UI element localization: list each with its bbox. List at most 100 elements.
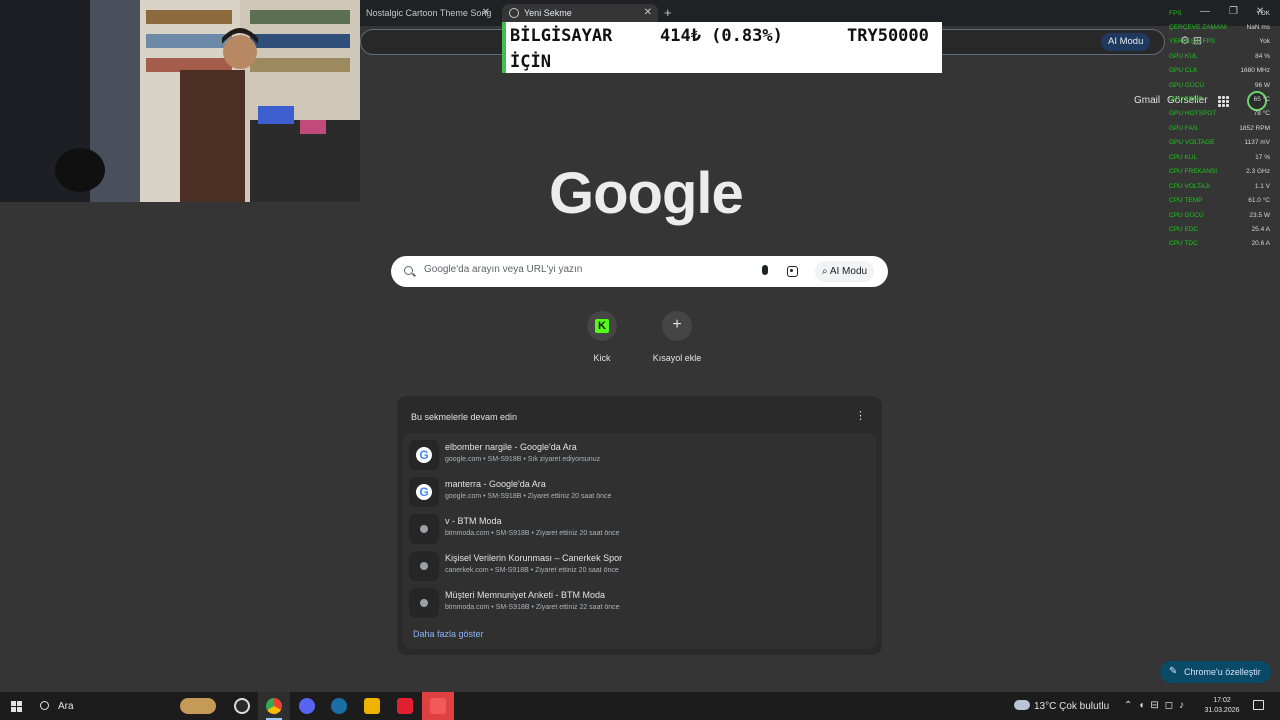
hw-value: 61.0 °C: [1248, 197, 1270, 204]
stock-ticker-overlay: BİLGİSAYAR İÇİN 414₺ (0.83%) TRY50000: [502, 22, 942, 73]
hw-row: CPU VOLTAJI 1.1 V: [1169, 181, 1273, 193]
tab-title: Yeni Sekme: [524, 8, 572, 18]
plus-icon: +: [672, 316, 682, 333]
more-options-icon[interactable]: ⋮: [855, 409, 866, 422]
ticker-label-line2: İÇİN: [510, 52, 551, 72]
shortcut-label: Kick: [593, 353, 611, 363]
taskbar-app-steam-icon[interactable]: [323, 692, 355, 720]
search-input[interactable]: [424, 264, 754, 275]
taskbar: Ara 13°C Çok bulutlu ⌃◖⊟◻♪ 17:02 31.03.2…: [0, 692, 1280, 720]
shortcut-kick[interactable]: K Kick: [567, 311, 637, 363]
hw-row: FPS YOK: [1169, 8, 1273, 20]
list-item[interactable]: Müşteri Memnuniyet Anketi - BTM Moda btm…: [403, 583, 876, 620]
list-item-title: Müşteri Memnuniyet Anketi - BTM Moda: [445, 590, 606, 600]
ticker-label-line1: BİLGİSAYAR: [510, 26, 613, 46]
gmail-link[interactable]: Gmail: [1134, 95, 1160, 106]
weather-widget[interactable]: 13°C Çok bulutlu: [1014, 700, 1109, 712]
taskbar-app-record-icon[interactable]: [422, 692, 454, 720]
globe-icon: [420, 599, 428, 607]
shortcut-icon-circle: +: [662, 311, 692, 341]
taskbar-app-discord-icon[interactable]: [291, 692, 323, 720]
webcam-scene: [0, 0, 360, 202]
customize-chrome-button[interactable]: Chrome'u özelleştir: [1160, 661, 1271, 683]
app-glyph: [364, 698, 380, 714]
ticker-change: 414₺ (0.83%): [660, 26, 783, 46]
microphone-icon[interactable]: [762, 265, 768, 275]
system-tray-icons[interactable]: ⌃◖⊟◻♪: [1124, 700, 1190, 711]
taskbar-app-k-icon[interactable]: [356, 692, 388, 720]
hw-label: CPU TEMP: [1169, 197, 1203, 204]
tab-title: Nostalgic Cartoon Theme Song: [366, 8, 492, 18]
new-tab-button[interactable]: +: [664, 5, 672, 20]
hw-row: GPU HOTSPOT 78 °C: [1169, 108, 1273, 120]
continue-tabs-panel: Bu sekmelerle devam edin ⋮ G elbomber na…: [397, 396, 882, 655]
google-lens-icon[interactable]: [787, 266, 798, 277]
taskbar-search-icon[interactable]: [40, 701, 49, 710]
hw-value: 84 %: [1255, 53, 1270, 60]
clock-time: 17:02: [1213, 697, 1231, 704]
google-icon: G: [416, 447, 432, 463]
taskbar-widget-icon[interactable]: [176, 692, 220, 720]
hw-row: CPU EDC 25.4 A: [1169, 224, 1273, 236]
show-more-link[interactable]: Daha fazla göster: [413, 629, 484, 639]
row-icon-box: [409, 588, 439, 618]
screen: Nostalgic Cartoon Theme Song ✕ Yeni Sekm…: [0, 0, 1280, 720]
kick-icon: K: [595, 319, 609, 333]
globe-icon: [420, 525, 428, 533]
hw-value: 96 W: [1254, 82, 1270, 89]
hw-value: YOK: [1256, 10, 1270, 17]
row-icon-box: [409, 514, 439, 544]
hw-row: CPU GÜCÜ 23.5 W: [1169, 210, 1273, 222]
list-item[interactable]: G manterra - Google'da Ara google.com • …: [403, 472, 876, 509]
hw-label: GPU GÜCÜ: [1169, 82, 1205, 89]
list-item[interactable]: G elbomber nargile - Google'da Ara googl…: [403, 435, 876, 472]
shortcut-add[interactable]: + Kısayol ekle: [642, 311, 712, 363]
list-item[interactable]: v - BTM Moda btmmoda.com • SM-S918B • Zi…: [403, 509, 876, 546]
shortcut-icon-circle: K: [587, 311, 617, 341]
hw-value: 78 °C: [1253, 110, 1270, 117]
notification-icon[interactable]: [1253, 700, 1264, 710]
taskbar-search-label[interactable]: Ara: [58, 701, 74, 712]
tab-close-icon[interactable]: ✕: [644, 4, 652, 22]
taskbar-app-chrome-icon[interactable]: [258, 692, 290, 720]
hw-row: GPU VOLTAGE 1137 mV: [1169, 137, 1273, 149]
list-item-subtitle: btmmoda.com • SM-S918B • Ziyaret ettiniz…: [445, 604, 620, 611]
hw-label: CPU TDC: [1169, 240, 1198, 247]
omnibox-ai-mode-button[interactable]: AI Modu: [1101, 33, 1151, 51]
row-icon-box: G: [409, 477, 439, 507]
weather-text: 13°C Çok bulutlu: [1034, 701, 1110, 712]
hw-label: CPU EDC: [1169, 226, 1199, 233]
hw-label: CPU GÜCÜ: [1169, 212, 1204, 219]
list-item-subtitle: canerkek.com • SM-S918B • Ziyaret ettini…: [445, 567, 619, 574]
hw-value: 1852 RPM: [1239, 125, 1270, 132]
cloud-icon: [1014, 700, 1030, 710]
list-item-title: manterra - Google'da Ara: [445, 479, 546, 489]
hw-label: CPU FREKANSI: [1169, 168, 1218, 175]
app-glyph: [430, 698, 446, 714]
hw-value: 20.6 A: [1251, 240, 1270, 247]
taskbar-clock[interactable]: 17:02 31.03.2026: [1204, 696, 1240, 716]
hw-value: 65 °C: [1253, 96, 1270, 103]
hw-row: GPU FAN 1852 RPM: [1169, 123, 1273, 135]
tab-nostalgic[interactable]: Nostalgic Cartoon Theme Song ✕: [360, 4, 496, 26]
tab-close-icon[interactable]: ✕: [482, 4, 490, 22]
app-glyph: [299, 698, 315, 714]
windows-start-icon[interactable]: [11, 701, 22, 712]
search-box[interactable]: ⌕ AI Modu: [391, 256, 888, 287]
app-glyph: [234, 698, 250, 714]
taskbar-app-obs-icon[interactable]: [226, 692, 258, 720]
hw-value: 2.3 GHz: [1246, 168, 1270, 175]
hw-label: GPU VOLTAGE: [1169, 139, 1215, 146]
ai-mode-button[interactable]: ⌕ AI Modu: [815, 261, 875, 282]
list-item[interactable]: Kişisel Verilerin Korunması – Canerkek S…: [403, 546, 876, 583]
list-item-subtitle: google.com • SM-S918B • Ziyaret ettiniz …: [445, 493, 612, 500]
shortcut-label: Kısayol ekle: [652, 353, 702, 363]
clock-date: 31.03.2026: [1204, 707, 1240, 714]
hw-label: YERLEŞİK FPS: [1169, 38, 1216, 45]
taskbar-app-red-icon[interactable]: [389, 692, 421, 720]
hw-value: 1137 mV: [1244, 139, 1270, 146]
hw-row: GPU CLK 1680 MHz: [1169, 65, 1273, 77]
hw-row: CPU KUL 17 %: [1169, 152, 1273, 164]
hw-row: CPU TEMP 61.0 °C: [1169, 195, 1273, 207]
list-item-title: v - BTM Moda: [445, 516, 502, 526]
